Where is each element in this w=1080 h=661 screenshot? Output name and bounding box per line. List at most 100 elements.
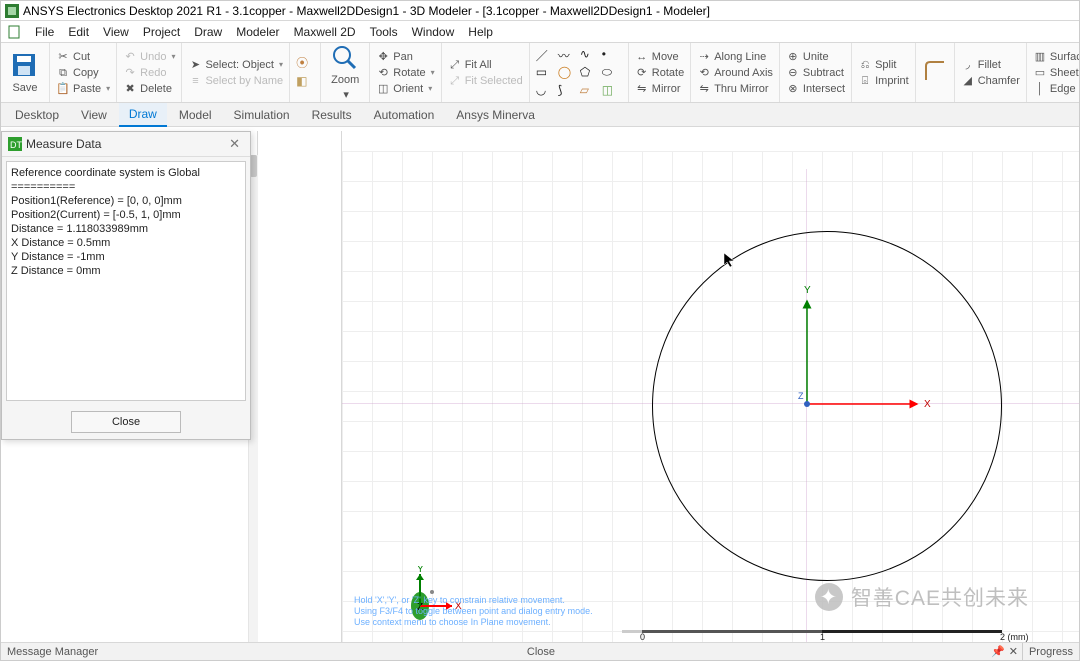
tab-simulation[interactable]: Simulation (224, 104, 300, 126)
fillet-big-icon[interactable] (922, 58, 948, 87)
rotate-icon: ⟲ (376, 66, 390, 80)
copy-button[interactable]: ⧉Copy (56, 66, 110, 80)
status-pin-icon[interactable]: 📌 (991, 645, 1005, 658)
status-message-manager[interactable]: Message Manager (1, 646, 104, 658)
move-button[interactable]: ↔Move (635, 50, 684, 64)
along-line-button[interactable]: ⇢Along Line (697, 50, 773, 64)
tab-view[interactable]: View (71, 104, 117, 126)
sweep-icon[interactable]: ⟆ (558, 83, 578, 99)
paint-icon[interactable]: ◧ (296, 74, 314, 92)
intersect-button[interactable]: ⊗Intersect (786, 82, 845, 96)
zoom-button[interactable]: Zoom▾ (327, 42, 363, 103)
orient-button[interactable]: ◫Orient▾ (376, 82, 434, 96)
dialog-close-btn[interactable]: Close (71, 411, 181, 433)
chamfer-icon: ◢ (961, 74, 975, 88)
fit-all-button[interactable]: ⤢Fit All (448, 58, 523, 72)
axis-x-label: X (924, 399, 931, 410)
unite-icon: ⊕ (786, 50, 800, 64)
circle-icon[interactable]: ◯ (558, 65, 578, 81)
sheet-button[interactable]: ▭Sheet▾ (1033, 66, 1080, 80)
spline-icon[interactable]: 〰 (558, 47, 578, 63)
scroll-thumb[interactable] (250, 155, 257, 177)
imprint-button[interactable]: ⌻Imprint (858, 74, 909, 88)
menu-help[interactable]: Help (468, 25, 493, 39)
split-icon: ⎌ (858, 58, 872, 72)
paste-button[interactable]: 📋Paste▾ (56, 82, 110, 96)
svg-text:DT: DT (10, 140, 22, 150)
around-axis-button[interactable]: ⟲Around Axis (697, 66, 773, 80)
edge-button[interactable]: │Edge▾ (1033, 82, 1080, 96)
split-button[interactable]: ⎌Split (858, 58, 909, 72)
undo-button[interactable]: ↶Undo▾ (123, 50, 175, 64)
menu-draw[interactable]: Draw (194, 25, 222, 39)
tab-model[interactable]: Model (169, 104, 222, 126)
select-by-name[interactable]: ≡Select by Name (188, 74, 283, 88)
status-progress[interactable]: Progress (1023, 646, 1079, 658)
rotate-view-button[interactable]: ⟲Rotate▾ (376, 66, 434, 80)
tab-ansys-minerva[interactable]: Ansys Minerva (446, 104, 545, 126)
select-mode[interactable]: ➤Select: Object▾ (188, 58, 283, 72)
watermark-icon: ✦ (815, 583, 843, 611)
region-icon[interactable]: ◫ (602, 83, 622, 99)
save-button[interactable]: Save (7, 50, 43, 96)
surface-button[interactable]: ▥Surface▾ (1033, 50, 1080, 64)
line-icon[interactable]: ／ (536, 47, 556, 63)
ellipse-icon[interactable]: ⬭ (602, 65, 622, 81)
curve-icon[interactable]: ∿ (580, 47, 600, 63)
measure-data-dialog: DT Measure Data ✕ Reference coordinate s… (1, 131, 251, 440)
edge-icon: │ (1033, 82, 1047, 96)
unite-button[interactable]: ⊕Unite (786, 50, 845, 64)
dialog-close-button[interactable]: ✕ (225, 136, 244, 152)
menu-maxwell2d[interactable]: Maxwell 2D (294, 25, 356, 39)
ribbon-group-select: ➤Select: Object▾ ≡Select by Name (182, 43, 290, 102)
cut-button[interactable]: ✂Cut (56, 50, 110, 64)
ribbon-group-fillet: ◞Fillet ◢Chamfer (955, 43, 1027, 102)
pan-button[interactable]: ✥Pan (376, 50, 434, 64)
status-x-icon[interactable]: ✕ (1005, 645, 1022, 658)
workspace: X Y Z Z X Y Hold 'X','Y', or 'Z' key to … (1, 131, 1079, 642)
subtract-button[interactable]: ⊖Subtract (786, 66, 845, 80)
rotate-obj-button[interactable]: ⟳Rotate (635, 66, 684, 80)
delete-icon: ✖ (123, 82, 137, 96)
menu-window[interactable]: Window (412, 25, 455, 39)
chamfer-button[interactable]: ◢Chamfer (961, 74, 1020, 88)
title-bar: ANSYS Electronics Desktop 2021 R1 - 3.1c… (1, 1, 1079, 21)
cut-icon: ✂ (56, 50, 70, 64)
tab-desktop[interactable]: Desktop (5, 104, 69, 126)
ribbon-group-split: ⎌Split ⌻Imprint (852, 43, 916, 102)
eyedrop-icon[interactable]: ⦿ (296, 54, 314, 72)
ribbon-group-transform: ↔Move ⟳Rotate ⇋Mirror (629, 43, 691, 102)
move-icon: ↔ (635, 50, 649, 64)
poly-icon[interactable]: ⬠ (580, 65, 600, 81)
arc-icon[interactable]: ◡ (536, 83, 556, 99)
copy-icon: ⧉ (56, 66, 70, 80)
dialog-title-bar[interactable]: DT Measure Data ✕ (2, 132, 250, 157)
point-icon[interactable]: • (602, 47, 622, 63)
menu-tools[interactable]: Tools (370, 25, 398, 39)
mirror-button[interactable]: ⇋Mirror (635, 82, 684, 96)
fit-selected-button[interactable]: ⤢Fit Selected (448, 74, 523, 88)
menu-project[interactable]: Project (143, 25, 180, 39)
ruler-tick-1: 1 (820, 632, 825, 642)
redo-button[interactable]: ↷Redo (123, 66, 175, 80)
tab-results[interactable]: Results (302, 104, 362, 126)
zoom-icon (331, 44, 359, 72)
menu-edit[interactable]: Edit (68, 25, 89, 39)
ruler-tick-0: 0 (640, 632, 645, 642)
plane-icon[interactable]: ▱ (580, 83, 600, 99)
menu-view[interactable]: View (103, 25, 129, 39)
menu-file[interactable]: File (35, 25, 54, 39)
undo-icon: ↶ (123, 50, 137, 64)
ribbon-group-colorpick: ⦿ ◧ (290, 43, 321, 102)
measure-line: Z Distance = 0mm (11, 264, 241, 278)
thru-mirror-button[interactable]: ⇋Thru Mirror (697, 82, 773, 96)
delete-button[interactable]: ✖Delete (123, 82, 175, 96)
tab-draw[interactable]: Draw (119, 103, 167, 127)
along-line-icon: ⇢ (697, 50, 711, 64)
rect-icon[interactable]: ▭ (536, 65, 556, 81)
modeler-canvas[interactable]: X Y Z Z X Y Hold 'X','Y', or 'Z' key to … (342, 151, 1079, 642)
status-close[interactable]: Close (521, 646, 561, 658)
fillet-button[interactable]: ◞Fillet (961, 58, 1020, 72)
menu-modeler[interactable]: Modeler (236, 25, 279, 39)
tab-automation[interactable]: Automation (364, 104, 445, 126)
